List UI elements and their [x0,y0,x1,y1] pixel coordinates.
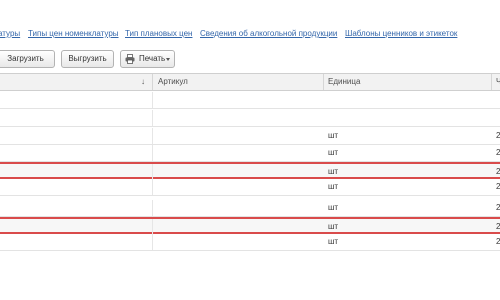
cell-divider [152,145,153,161]
nav-link-nomenclature[interactable]: атуры [0,29,20,39]
column-divider[interactable] [323,74,324,90]
cell-unit: шт [328,237,339,246]
nav-links: атуры Типы цен номенклатуры Тип плановых… [0,0,500,38]
cell-quantity: 2 [496,182,500,191]
cell-unit: шт [328,222,339,231]
cell-divider [152,128,153,144]
print-button[interactable]: Печать [120,50,175,68]
column-header-unit[interactable]: Единица [328,74,360,90]
unload-button[interactable]: Выгрузить [61,50,114,68]
cell-quantity: 2 [496,131,500,140]
nav-link-price-types[interactable]: Типы цен номенклатуры [28,29,119,39]
nav-link-alcohol-info[interactable]: Сведения об алкогольной продукции [200,29,337,39]
nav-link-label-templates[interactable]: Шаблоны ценников и этикеток [345,29,457,39]
table-row[interactable]: шт 2 [0,234,500,251]
cell-unit: шт [328,148,339,157]
chevron-down-icon [166,58,170,61]
table-row[interactable]: шт 2 [0,217,500,235]
printer-icon [125,54,135,64]
table-row[interactable] [0,92,500,109]
cell-divider [152,200,153,216]
column-header-quantity[interactable]: Ч [496,74,500,90]
cell-quantity: 2 [496,222,500,231]
cell-divider [152,234,153,250]
column-header-name[interactable] [4,74,149,90]
table-row[interactable]: шт 2 [0,200,500,217]
cell-quantity: 2 [496,167,500,176]
table-row[interactable]: шт 2 [0,179,500,196]
toolbar: Загрузить Выгрузить Печать [0,50,500,70]
cell-divider [152,219,153,235]
cell-divider [152,92,153,108]
nav-link-plan-price-type[interactable]: Тип плановых цен [125,29,192,39]
nomenclature-table: ↓ Артикул Единица Ч шт 2 шт 2 шт 2 шт 2 шт 2 шт 2 шт… [0,73,500,300]
cell-quantity: 2 [496,237,500,246]
cell-unit: шт [328,131,339,140]
cell-divider [152,110,153,126]
sort-desc-icon[interactable]: ↓ [141,74,145,90]
table-header: ↓ Артикул Единица Ч [0,73,500,91]
cell-divider [152,164,153,180]
table-row[interactable] [0,110,500,127]
table-row[interactable]: шт 2 [0,145,500,162]
print-button-label: Печать [139,54,166,63]
column-divider[interactable] [152,74,153,90]
cell-divider [152,179,153,195]
cell-unit: шт [328,182,339,191]
cell-unit: шт [328,167,339,176]
column-header-article[interactable]: Артикул [158,74,188,90]
cell-quantity: 2 [496,148,500,157]
cell-unit: шт [328,203,339,212]
column-divider[interactable] [491,74,492,90]
cell-quantity: 2 [496,203,500,212]
load-button[interactable]: Загрузить [0,50,55,68]
table-row[interactable]: шт 2 [0,128,500,145]
table-row[interactable]: шт 2 [0,162,500,180]
